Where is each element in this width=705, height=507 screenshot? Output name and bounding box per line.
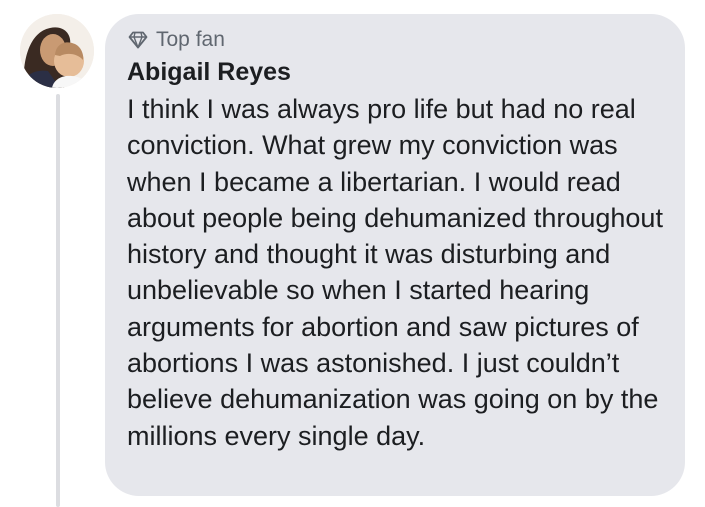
thread-line <box>56 94 60 507</box>
profile-photo-avatar <box>20 14 94 88</box>
avatar[interactable] <box>20 14 94 88</box>
diamond-icon <box>127 29 149 51</box>
top-fan-badge[interactable]: Top fan <box>127 27 667 53</box>
badge-label: Top fan <box>156 28 225 51</box>
comment-text: I think I was always pro life but had no… <box>127 94 663 451</box>
author-name[interactable]: Abigail Reyes <box>127 56 667 88</box>
comment-bubble: Top fan Abigail Reyes I think I was alwa… <box>105 14 685 496</box>
